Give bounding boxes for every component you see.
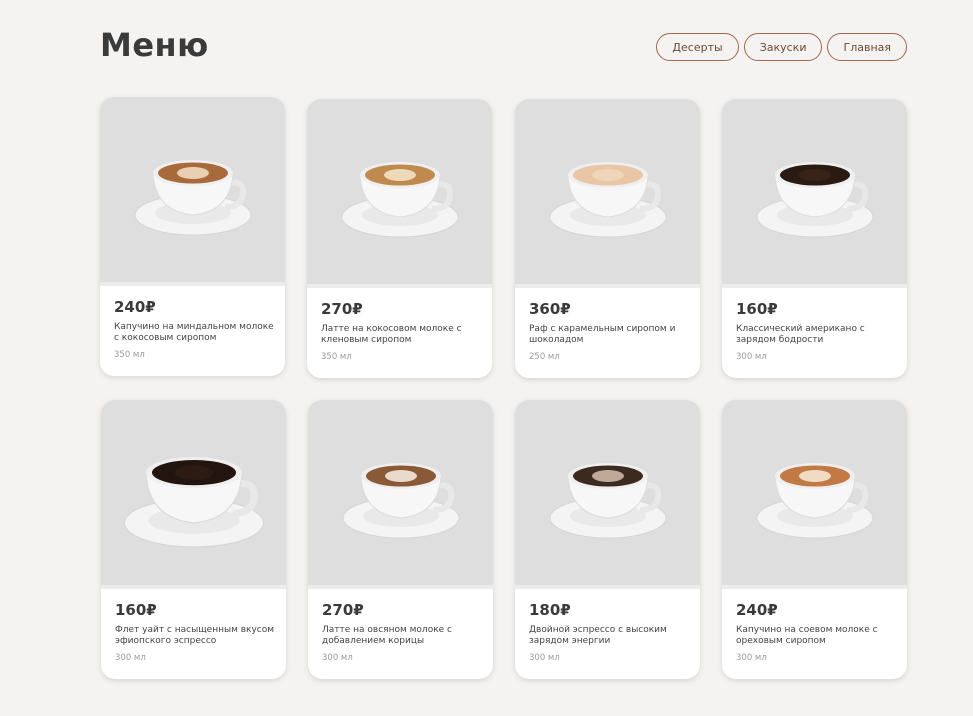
coffee-cup-icon — [123, 456, 264, 548]
coffee-cup-icon — [756, 161, 873, 237]
top-nav: Десерты Закуски Главная — [656, 33, 907, 61]
product-card[interactable]: 180₽ Двойной эспрессо с высоким зарядом … — [515, 400, 700, 679]
product-price: 240₽ — [114, 298, 156, 316]
product-photo — [515, 99, 700, 288]
product-price: 360₽ — [529, 300, 571, 318]
product-price: 160₽ — [115, 601, 157, 619]
product-photo — [515, 400, 700, 589]
coffee-cup-icon — [549, 462, 666, 538]
product-photo — [100, 97, 285, 286]
product-description: Капучино на соевом молоке с ореховым сир… — [736, 625, 878, 646]
product-price: 180₽ — [529, 601, 571, 619]
product-card[interactable]: 360₽ Раф с карамельным сиропом и шоколад… — [515, 99, 700, 378]
product-volume: 350 мл — [321, 352, 352, 362]
product-card[interactable]: 240₽ Капучино на соевом молоке с ореховы… — [722, 400, 907, 679]
product-card[interactable]: 270₽ Латте на кокосовом молоке с кленовы… — [307, 99, 492, 378]
product-volume: 300 мл — [736, 352, 767, 362]
nav-snacks-button[interactable]: Закуски — [743, 33, 823, 61]
product-card[interactable]: 160₽ Классический американо с зарядом бо… — [722, 99, 907, 378]
product-volume: 300 мл — [529, 653, 560, 663]
coffee-cup-icon — [341, 161, 458, 237]
product-volume: 300 мл — [736, 653, 767, 663]
page-title: Меню — [100, 26, 209, 64]
product-price: 270₽ — [321, 300, 363, 318]
nav-desserts-button[interactable]: Десерты — [656, 33, 739, 61]
product-photo — [307, 99, 492, 288]
product-card[interactable]: 240₽ Капучино на миндальном молоке с кок… — [100, 97, 285, 376]
coffee-cup-icon — [134, 159, 251, 235]
product-price: 160₽ — [736, 300, 778, 318]
product-volume: 350 мл — [114, 350, 145, 360]
product-description: Латте на овсяном молоке с добавлением ко… — [322, 625, 452, 646]
product-volume: 250 мл — [529, 352, 560, 362]
product-photo — [722, 400, 907, 589]
coffee-cup-icon — [342, 462, 459, 538]
product-photo — [722, 99, 907, 288]
product-description: Флет уайт с насыщенным вкусом эфиопского… — [115, 625, 275, 646]
coffee-cup-icon — [756, 462, 873, 538]
product-volume: 300 мл — [322, 653, 353, 663]
product-card[interactable]: 270₽ Латте на овсяном молоке с добавлени… — [308, 400, 493, 679]
nav-home-button[interactable]: Главная — [827, 33, 907, 61]
product-volume: 300 мл — [115, 653, 146, 663]
product-description: Раф с карамельным сиропом и шоколадом — [529, 324, 676, 345]
product-description: Классический американо с зарядом бодрост… — [736, 324, 865, 345]
product-description: Капучино на миндальном молоке с кокосовы… — [114, 322, 274, 343]
coffee-cup-icon — [549, 161, 666, 237]
product-description: Латте на кокосовом молоке с кленовым сир… — [321, 324, 462, 345]
product-card[interactable]: 160₽ Флет уайт с насыщенным вкусом эфиоп… — [101, 400, 286, 679]
product-photo — [101, 400, 286, 589]
product-price: 240₽ — [736, 601, 778, 619]
product-price: 270₽ — [322, 601, 364, 619]
product-photo — [308, 400, 493, 589]
product-description: Двойной эспрессо с высоким зарядом энерг… — [529, 625, 667, 646]
